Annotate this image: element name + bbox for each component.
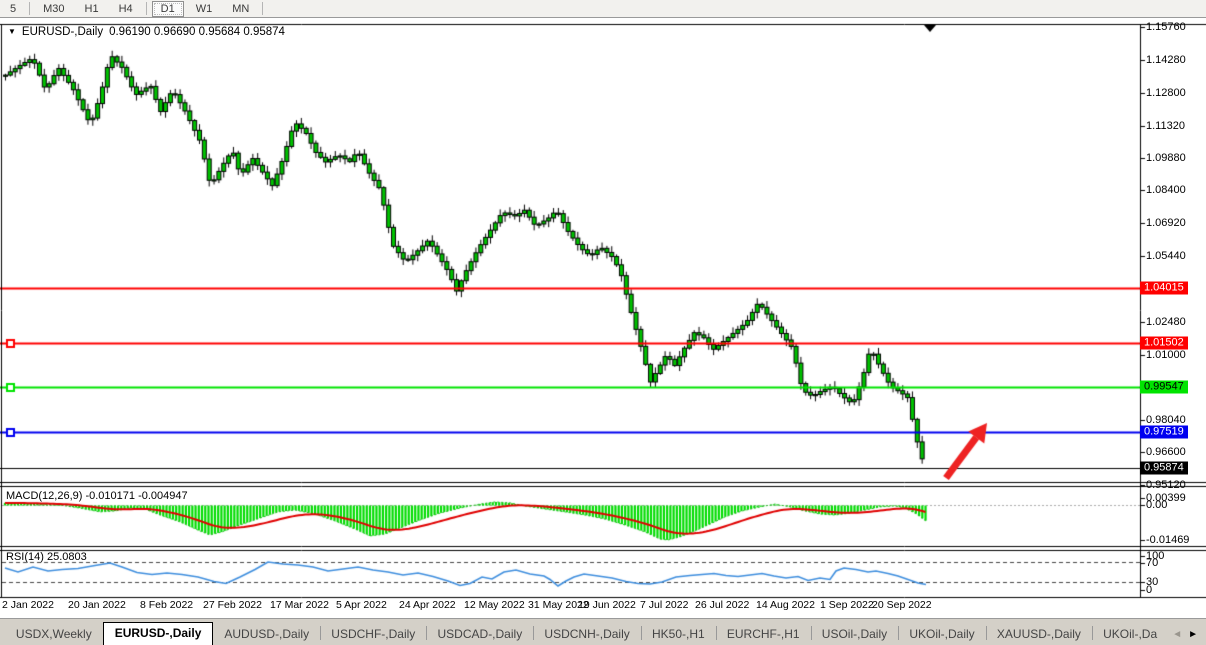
- toolbar-separator: [146, 2, 147, 15]
- date-axis-tick: 24 Apr 2022: [399, 599, 456, 611]
- horizontal-line-1.01502[interactable]: [0, 340, 1140, 346]
- rsi-axis-tick: 0: [1146, 584, 1152, 596]
- drawn-arrow-object[interactable]: [946, 423, 987, 478]
- tab-eurusd-daily[interactable]: EURUSD-,Daily: [103, 622, 214, 645]
- date-axis-tick: 27 Feb 2022: [203, 599, 262, 611]
- symbol-period-label: EURUSD-,Daily: [22, 26, 103, 38]
- rsi-axis-tick: 70: [1146, 557, 1158, 569]
- rsi-label: RSI(14) 25.0803: [6, 551, 87, 563]
- price-axis-tick: 1.01000: [1146, 349, 1186, 361]
- date-axis-tick: 5 Apr 2022: [336, 599, 387, 611]
- tab-hk50-h1[interactable]: HK50-,H1: [641, 624, 716, 645]
- date-axis-tick: 1 Sep 2022: [820, 599, 874, 611]
- tab-ukoil-daily[interactable]: UKOil-,Daily: [898, 624, 985, 645]
- date-axis-tick: 20 Sep 2022: [872, 599, 932, 611]
- symbol-tabbar: USDX,WeeklyEURUSD-,DailyAUDUSD-,DailyUSD…: [0, 618, 1206, 645]
- timeframe-toolbar: 5 M30 H1 H4 D1 W1MN: [0, 0, 1206, 18]
- price-axis-tick: 1.12800: [1146, 87, 1186, 99]
- macd-axis-tick: -0.01469: [1146, 534, 1189, 546]
- price-axis-tick: 1.02480: [1146, 316, 1186, 328]
- timeframe-button-M30[interactable]: M30: [35, 2, 72, 16]
- date-axis-tick: 20 Jan 2022: [68, 599, 126, 611]
- date-axis-tick: 12 May 2022: [464, 599, 525, 611]
- price-badge: 0.95874: [1140, 462, 1188, 475]
- horizontal-line-0.99547[interactable]: [0, 384, 1140, 390]
- price-axis-tick: 1.08400: [1146, 184, 1186, 196]
- date-axis-tick: 8 Feb 2022: [140, 599, 193, 611]
- tab-usdx-weekly[interactable]: USDX,Weekly: [5, 624, 103, 645]
- date-axis-tick: 26 Jul 2022: [695, 599, 749, 611]
- chart-canvas[interactable]: [0, 0, 1206, 645]
- horizontal-line-1.04015[interactable]: [0, 285, 1140, 291]
- date-axis-tick: 14 Aug 2022: [756, 599, 815, 611]
- collapse-triangle-icon[interactable]: ▼: [8, 28, 16, 36]
- date-axis-tick: 2 Jan 2022: [2, 599, 54, 611]
- tab-eurchf-h1[interactable]: EURCHF-,H1: [716, 624, 811, 645]
- price-badge: 1.01502: [1140, 337, 1188, 350]
- macd-axis-tick: 0.00: [1146, 499, 1167, 511]
- tab-scroll-controls: ◄►: [1168, 629, 1206, 645]
- price-axis-tick: 1.05440: [1146, 250, 1186, 262]
- tab-usdcad-daily[interactable]: USDCAD-,Daily: [427, 624, 534, 645]
- date-axis-tick: 17 Mar 2022: [270, 599, 329, 611]
- tab-usoil-daily[interactable]: USOil-,Daily: [811, 624, 898, 645]
- date-axis-tick: 19 Jun 2022: [578, 599, 636, 611]
- tab-scroll-left-icon[interactable]: ◄: [1172, 629, 1182, 640]
- tab-ukoil-da[interactable]: UKOil-,Da: [1092, 624, 1168, 645]
- timeframe-button-W1[interactable]: W1: [188, 2, 221, 16]
- timeframe-button-5[interactable]: 5: [2, 2, 24, 16]
- date-axis-tick: 7 Jul 2022: [640, 599, 688, 611]
- toolbar-separator: [262, 2, 263, 15]
- price-axis-tick: 1.14280: [1146, 54, 1186, 66]
- timeframe-button-H1[interactable]: H1: [77, 2, 107, 16]
- price-badge: 0.97519: [1140, 425, 1188, 438]
- toolbar-separator: [29, 2, 30, 15]
- tab-usdcnh-daily[interactable]: USDCNH-,Daily: [533, 624, 640, 645]
- tab-usdchf-daily[interactable]: USDCHF-,Daily: [320, 624, 426, 645]
- macd-label: MACD(12,26,9) -0.010171 -0.004947: [6, 490, 188, 502]
- timeframe-button-MN[interactable]: MN: [224, 2, 257, 16]
- trading-terminal-window: 5 M30 H1 H4 D1 W1MN ▼ EURUSD-,Daily 0.96190 0…: [0, 0, 1206, 645]
- price-axis-tick: 0.96600: [1146, 446, 1186, 458]
- tab-scroll-right-icon[interactable]: ►: [1188, 629, 1198, 640]
- price-axis-tick: 1.06920: [1146, 217, 1186, 229]
- tab-xauusd-daily[interactable]: XAUUSD-,Daily: [986, 624, 1092, 645]
- price-axis-tick: 1.11320: [1146, 120, 1185, 132]
- tab-audusd-daily[interactable]: AUDUSD-,Daily: [213, 624, 320, 645]
- price-badge: 0.99547: [1140, 380, 1188, 393]
- price-axis-tick: 1.09880: [1146, 152, 1186, 164]
- price-axis-tick: 1.15760: [1146, 21, 1186, 33]
- timeframe-button-H4[interactable]: H4: [111, 2, 141, 16]
- price-badge: 1.04015: [1140, 281, 1188, 294]
- chart-title: ▼ EURUSD-,Daily 0.96190 0.96690 0.95684 …: [8, 26, 285, 38]
- ohlc-values: 0.96190 0.96690 0.95684 0.95874: [109, 26, 285, 38]
- price-axis-tick: 0.95120: [1146, 479, 1186, 491]
- timeframe-button-D1[interactable]: D1: [152, 1, 184, 17]
